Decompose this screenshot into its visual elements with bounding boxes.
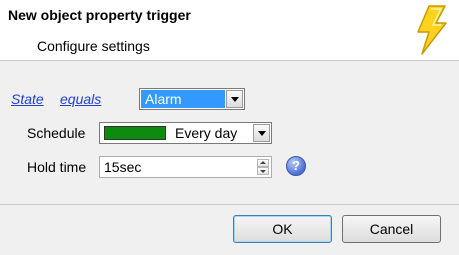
hold-time-label: Hold time: [27, 159, 87, 175]
state-value-dropdown[interactable]: Alarm: [139, 88, 245, 110]
state-value-selected: Alarm: [141, 90, 225, 108]
schedule-selected-value: Every day: [175, 125, 238, 141]
spin-down-icon[interactable]: [257, 167, 269, 175]
chevron-down-icon[interactable]: [253, 124, 270, 142]
spin-up-icon[interactable]: [257, 159, 269, 167]
spin-buttons: [257, 159, 269, 175]
hold-time-spinner[interactable]: 15sec: [99, 156, 272, 178]
schedule-label: Schedule: [27, 125, 86, 141]
dialog-title: New object property trigger: [8, 7, 191, 23]
equals-operator-link[interactable]: equals: [60, 91, 101, 107]
schedule-dropdown[interactable]: Every day: [99, 122, 272, 144]
dialog-subtitle: Configure settings: [37, 38, 150, 54]
chevron-down-icon[interactable]: [226, 90, 243, 108]
hold-time-value: 15sec: [104, 159, 142, 175]
help-icon[interactable]: ?: [286, 156, 306, 176]
state-property-link[interactable]: State: [11, 91, 44, 107]
lightning-bolt-icon: [417, 5, 447, 55]
footer-divider: [0, 204, 459, 205]
cancel-button[interactable]: Cancel: [342, 215, 441, 243]
ok-button[interactable]: OK: [233, 215, 332, 243]
dialog-header: New object property trigger Configure se…: [0, 0, 459, 61]
schedule-color-swatch: [104, 126, 166, 140]
